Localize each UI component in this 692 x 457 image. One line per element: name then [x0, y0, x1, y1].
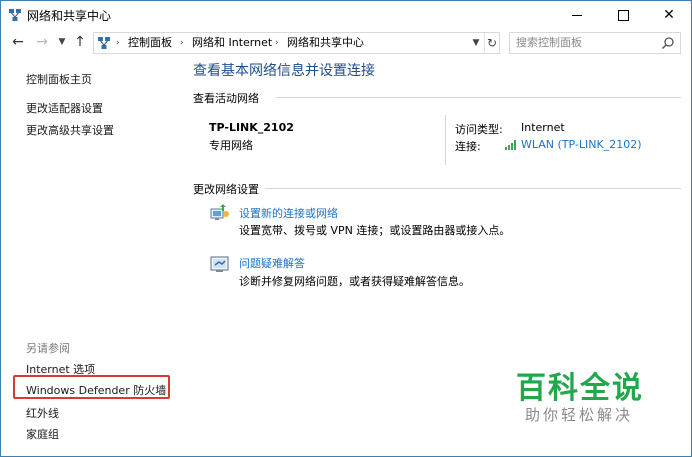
chevron-down-icon: ▼: [58, 37, 66, 47]
watermark-subtitle: 助你轻松解决: [525, 406, 634, 424]
search-input[interactable]: 搜索控制面板: [509, 32, 681, 54]
back-arrow-icon: ←: [12, 34, 24, 50]
up-button[interactable]: ↑: [71, 32, 89, 52]
address-dropdown-button[interactable]: ▼: [469, 33, 483, 53]
divider: [265, 188, 681, 189]
page-title: 查看基本网络信息并设置连接: [193, 63, 375, 79]
setup-new-connection-link[interactable]: 设置新的连接或网络: [239, 205, 338, 221]
network-setup-icon: [210, 204, 229, 220]
connection-label: 连接:: [455, 140, 481, 153]
navigation-bar: ← → ▼ ↑ › 控制面板 › 网络和 Internet › 网络和共享中心: [1, 29, 691, 55]
refresh-icon: ↻: [486, 36, 498, 50]
breadcrumb-separator-icon: ›: [275, 38, 279, 48]
control-panel-icon: [98, 37, 110, 49]
watermark-title: 百科全说: [516, 371, 644, 406]
network-type[interactable]: 专用网络: [209, 137, 253, 153]
close-button[interactable]: ✕: [646, 1, 691, 29]
sidebar-link-control-panel-home[interactable]: 控制面板主页: [26, 71, 92, 87]
search-icon: [661, 37, 674, 50]
access-type-label: 访问类型:: [455, 123, 503, 136]
highlight-annotation-box: [13, 375, 170, 399]
minimize-icon: [572, 15, 582, 16]
sidebar-link-change-adapter-settings[interactable]: 更改适配器设置: [26, 100, 103, 116]
wifi-signal-icon: [505, 140, 516, 150]
forward-button[interactable]: →: [33, 32, 51, 52]
up-arrow-icon: ↑: [74, 34, 86, 50]
wlan-connection-link[interactable]: WLAN (TP-LINK_2102): [521, 138, 641, 151]
access-type-value: Internet: [521, 121, 565, 134]
divider: [276, 97, 681, 98]
address-bar[interactable]: › 控制面板 › 网络和 Internet › 网络和共享中心 ▼ ↻: [93, 32, 500, 54]
change-network-settings-label: 更改网络设置: [193, 183, 259, 196]
sidebar-link-homegroup[interactable]: 家庭组: [26, 426, 59, 442]
title-bar: 网络和共享中心 ✕: [1, 1, 691, 29]
setup-new-connection-desc: 设置宽带、拨号或 VPN 连接；或设置路由器或接入点。: [239, 224, 511, 237]
network-sharing-center-window: 网络和共享中心 ✕ ← → ▼ ↑ › 控制面板 › 网络和 Internet …: [0, 0, 692, 457]
sidebar-link-infrared[interactable]: 红外线: [26, 405, 59, 421]
active-networks-label: 查看活动网络: [193, 92, 259, 105]
search-placeholder: 搜索控制面板: [516, 36, 582, 49]
divider: [445, 115, 446, 165]
refresh-button[interactable]: ↻: [484, 33, 499, 53]
close-icon: ✕: [663, 7, 675, 23]
sidebar-link-advanced-sharing-settings[interactable]: 更改高级共享设置: [26, 122, 114, 138]
maximize-icon: [618, 10, 629, 21]
breadcrumb-separator-icon: ›: [116, 38, 120, 48]
recent-locations-button[interactable]: ▼: [53, 32, 71, 52]
troubleshoot-icon: [210, 256, 229, 272]
breadcrumb-network-sharing-center[interactable]: 网络和共享中心: [287, 33, 364, 53]
network-center-icon: [9, 9, 21, 21]
forward-arrow-icon: →: [36, 34, 48, 50]
window-title: 网络和共享中心: [27, 9, 112, 23]
see-also-caption: 另请参阅: [26, 342, 70, 355]
minimize-button[interactable]: [554, 1, 600, 29]
back-button[interactable]: ←: [9, 32, 27, 52]
troubleshoot-problems-desc: 诊断并修复网络问题，或者获得疑难解答信息。: [239, 275, 470, 288]
breadcrumb-control-panel[interactable]: 控制面板: [128, 33, 172, 53]
network-name: TP-LINK_2102: [209, 121, 294, 134]
breadcrumb-separator-icon: ›: [180, 38, 184, 48]
maximize-button[interactable]: [600, 1, 646, 29]
breadcrumb-network-internet[interactable]: 网络和 Internet: [192, 33, 272, 53]
troubleshoot-problems-link[interactable]: 问题疑难解答: [239, 255, 305, 271]
